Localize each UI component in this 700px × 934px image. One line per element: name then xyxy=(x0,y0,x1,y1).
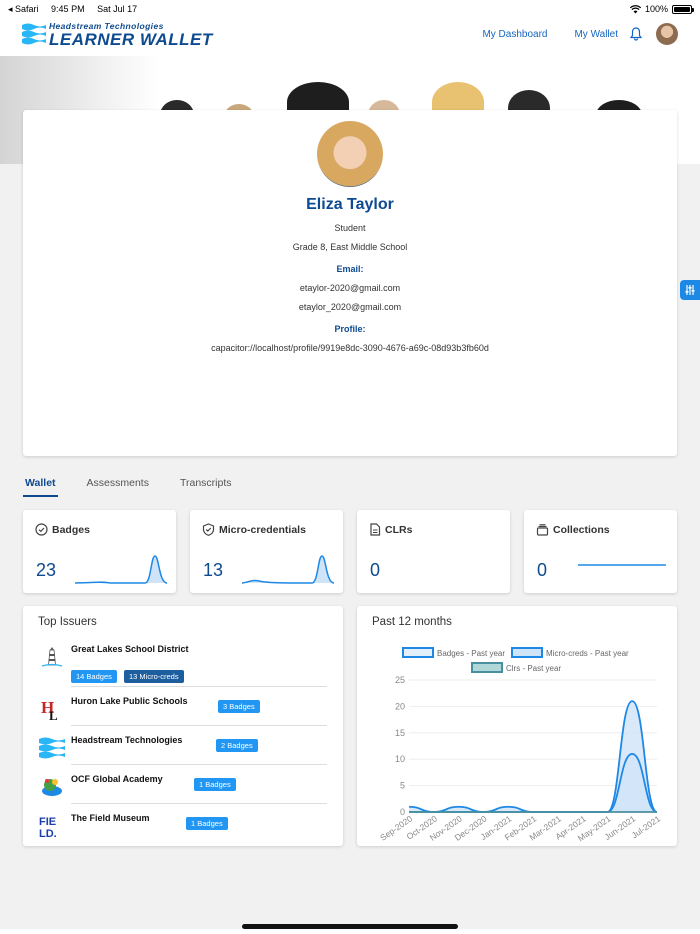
status-carrier: ◂ Safari xyxy=(8,4,39,14)
legend-label: Micro-creds - Past year xyxy=(546,649,629,658)
badge-count[interactable]: 3 Badges xyxy=(218,700,260,713)
stat-value: 0 xyxy=(370,560,381,580)
issuer-name: Great Lakes School District xyxy=(71,644,189,654)
legend-swatch xyxy=(471,662,503,673)
badge-count[interactable]: 1 Badges xyxy=(194,778,236,791)
top-nav: My Dashboard My Wallet xyxy=(455,22,678,46)
y-tick-label: 20 xyxy=(395,701,405,711)
profile-label: Profile: xyxy=(334,324,366,334)
past-12-months-chart: Badges - Past year Micro-creds - Past yea… xyxy=(378,647,663,843)
status-date: Sat Jul 17 xyxy=(97,4,138,14)
issuer-name: The Field Museum xyxy=(71,813,150,823)
shield-check-icon xyxy=(202,523,215,536)
collections-sparkline xyxy=(578,564,666,566)
app-header: Headstream Technologies LEARNER WALLET M… xyxy=(0,16,700,56)
hl-logo-icon: H L xyxy=(41,698,58,722)
issuer-name: OCF Global Academy xyxy=(71,774,163,784)
legend-label: Badges - Past year xyxy=(437,649,505,658)
profile-url[interactable]: capacitor://localhost/profile/9919e8dc-3… xyxy=(23,343,677,353)
waves-logo-icon xyxy=(22,23,46,45)
field-logo-top: FIE xyxy=(39,816,56,828)
battery-percent: 100% xyxy=(644,4,668,14)
brand-product: LEARNER WALLET xyxy=(49,30,213,49)
filter-settings-button[interactable] xyxy=(680,280,700,300)
x-tick-label: Jul-2021 xyxy=(630,813,663,840)
y-tick-label: 15 xyxy=(395,728,405,738)
bell-icon[interactable] xyxy=(630,27,642,41)
y-tick-label: 10 xyxy=(395,754,405,764)
profile-name: Eliza Taylor xyxy=(306,196,394,213)
brand-logo[interactable]: Headstream Technologies LEARNER WALLET xyxy=(22,22,213,48)
document-icon xyxy=(370,523,381,536)
badge-count[interactable]: 2 Badges xyxy=(216,739,258,752)
field-museum-logo-icon: FIE LD. xyxy=(39,816,57,839)
sliders-icon xyxy=(685,285,695,295)
wallet-tabs: Wallet Assessments Transcripts xyxy=(23,475,261,497)
stat-value: 0 xyxy=(537,560,548,580)
folder-stack-icon xyxy=(536,524,549,536)
micro-credentials-sparkline xyxy=(242,555,334,584)
globe-logo-icon xyxy=(42,779,62,796)
check-badge-icon xyxy=(35,523,48,536)
stat-card-clrs[interactable]: CLRs 0 xyxy=(357,510,510,593)
nav-my-dashboard[interactable]: My Dashboard xyxy=(482,29,547,40)
micro-cred-count[interactable]: 13 Micro-creds xyxy=(124,670,184,683)
waves-logo-icon xyxy=(39,737,65,759)
status-bar: ◂ Safari 9:45 PM Sat Jul 17 100% xyxy=(0,0,700,16)
user-avatar[interactable] xyxy=(656,23,678,45)
profile-photo xyxy=(317,121,383,187)
past-12-months-panel: Past 12 months Badges - Past year Micro-c… xyxy=(357,606,677,846)
status-time: 9:45 PM xyxy=(51,4,85,14)
badge-count[interactable]: 1 Badges xyxy=(186,817,228,830)
email-primary[interactable]: etaylor-2020@gmail.com xyxy=(23,283,677,293)
tab-wallet[interactable]: Wallet xyxy=(23,475,58,497)
lighthouse-logo-icon xyxy=(41,647,63,667)
field-logo-bottom: LD. xyxy=(39,828,57,839)
battery-icon xyxy=(672,4,694,14)
wifi-icon xyxy=(629,4,641,13)
stat-card-micro-credentials[interactable]: Micro-credentials 13 xyxy=(190,510,343,593)
tab-assessments[interactable]: Assessments xyxy=(85,475,151,497)
top-issuers-panel: Top Issuers Great Lakes School District … xyxy=(23,606,343,846)
svg-text:L: L xyxy=(49,708,58,722)
issuer-name: Huron Lake Public Schools xyxy=(71,696,188,706)
stat-card-collections[interactable]: Collections 0 xyxy=(524,510,677,593)
home-indicator[interactable] xyxy=(242,924,458,929)
legend-swatch xyxy=(511,647,543,658)
stat-value: 23 xyxy=(36,560,57,580)
stat-label: Collections xyxy=(553,523,610,536)
stat-label: Micro-credentials xyxy=(219,523,306,536)
tab-transcripts[interactable]: Transcripts xyxy=(178,475,234,497)
stat-label: Badges xyxy=(52,523,90,536)
profile-role: Student xyxy=(334,223,366,233)
badge-count[interactable]: 14 Badges xyxy=(71,670,117,683)
y-tick-label: 5 xyxy=(400,781,405,791)
legend-swatch xyxy=(402,647,434,658)
profile-card: Eliza Taylor Student Grade 8, East Middl… xyxy=(23,110,677,456)
profile-grade: Grade 8, East Middle School xyxy=(292,242,408,252)
stat-value: 13 xyxy=(203,560,224,580)
issuer-name: Headstream Technologies xyxy=(71,735,183,745)
email-label: Email: xyxy=(336,264,364,274)
badges-sparkline xyxy=(75,555,167,584)
nav-my-wallet[interactable]: My Wallet xyxy=(574,29,618,40)
stat-label: CLRs xyxy=(385,523,413,536)
stat-card-badges[interactable]: Badges 23 xyxy=(23,510,176,593)
y-tick-label: 25 xyxy=(395,675,405,685)
email-secondary[interactable]: etaylor_2020@gmail.com xyxy=(23,302,677,312)
panel-title: Top Issuers xyxy=(38,616,97,628)
legend-label: Clrs - Past year xyxy=(506,664,561,673)
